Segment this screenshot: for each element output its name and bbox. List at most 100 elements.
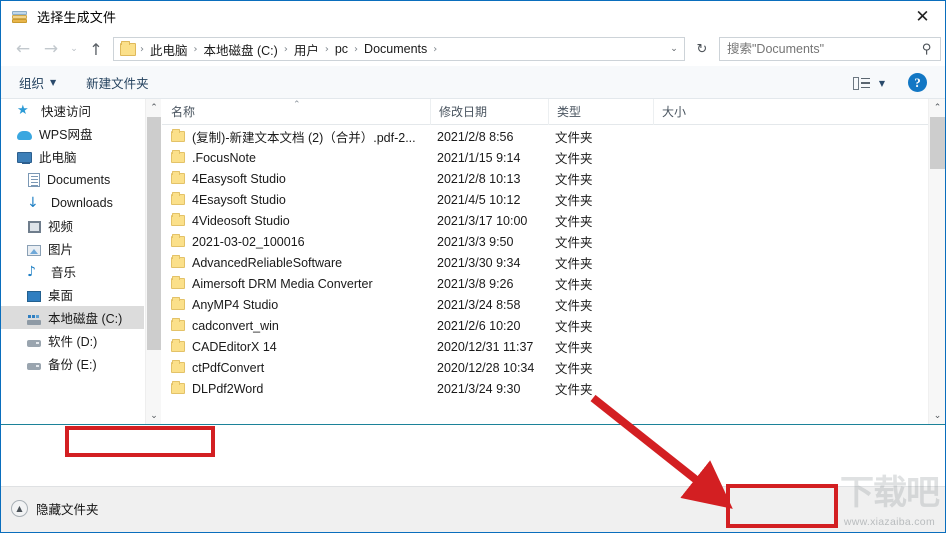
file-list-scroll-thumb[interactable] xyxy=(930,117,945,169)
breadcrumb-item-3[interactable]: pc xyxy=(331,42,352,56)
scroll-down-icon[interactable]: ⌄ xyxy=(146,407,162,424)
search-icon: ⚲ xyxy=(922,41,932,57)
cell-date: 2021/4/5 10:12 xyxy=(437,192,521,207)
hide-folders-toggle[interactable]: ▲ 隐藏文件夹 xyxy=(11,499,99,518)
table-row[interactable]: 4Videosoft Studio 2021/3/17 10:00 文件夹 xyxy=(162,210,927,231)
cell-type: 文件夹 xyxy=(555,215,593,229)
hide-folders-label: 隐藏文件夹 xyxy=(36,503,99,517)
up-button[interactable]: ↑ xyxy=(83,36,109,62)
file-list-scrollbar[interactable]: ⌃ ⌄ xyxy=(928,99,945,424)
sidebar-item-10[interactable]: 软件 (D:) xyxy=(1,329,144,352)
sidebar-item-7[interactable]: ♪ 音乐 xyxy=(1,260,144,283)
sidebar-item-3[interactable]: Documents xyxy=(1,168,144,191)
computer-icon xyxy=(17,152,32,164)
cell-type: 文件夹 xyxy=(555,131,593,145)
folder-icon xyxy=(171,255,185,268)
cell-name: 4Esaysoft Studio xyxy=(192,192,286,207)
folder-icon xyxy=(171,234,185,247)
refresh-icon[interactable]: ↻ xyxy=(691,37,713,61)
table-row[interactable]: ctPdfConvert 2020/12/28 10:34 文件夹 xyxy=(162,357,927,378)
table-row[interactable]: 4Easysoft Studio 2021/2/8 10:13 文件夹 xyxy=(162,168,927,189)
scroll-down-icon[interactable]: ⌄ xyxy=(929,407,945,424)
cell-date: 2020/12/28 10:34 xyxy=(437,360,535,375)
cell-date: 2021/2/8 8:56 xyxy=(437,129,514,144)
sidebar-item-label: 桌面 xyxy=(48,289,74,303)
folder-icon xyxy=(171,213,185,226)
table-row[interactable]: Aimersoft DRM Media Converter 2021/3/8 9:… xyxy=(162,273,927,294)
sidebar-item-1[interactable]: WPS网盘 xyxy=(1,122,144,145)
dialog-footer: ▲ 隐藏文件夹 保存(S) 取消 xyxy=(1,486,945,532)
table-row[interactable]: (复制)-新建文本文档 (2)（合并）.pdf-2... 2021/2/8 8:5… xyxy=(162,126,927,147)
chevron-up-icon: ▲ xyxy=(11,500,28,517)
sidebar-item-label: 本地磁盘 (C:) xyxy=(48,312,123,326)
cell-name: Aimersoft DRM Media Converter xyxy=(192,276,373,291)
address-bar[interactable]: › 此电脑 › 本地磁盘 (C:) › 用户 › pc › Documents … xyxy=(113,37,685,61)
table-row[interactable]: CADEditorX 14 2020/12/31 11:37 文件夹 xyxy=(162,336,927,357)
scroll-up-icon[interactable]: ⌃ xyxy=(929,99,945,116)
organize-label: 组织 xyxy=(19,76,45,91)
column-header-size[interactable]: 大小 xyxy=(653,98,733,125)
cell-name: AdvancedReliableSoftware xyxy=(192,255,343,270)
table-row[interactable]: 4Esaysoft Studio 2021/4/5 10:12 文件夹 xyxy=(162,189,927,210)
breadcrumb-separator: › xyxy=(193,43,198,55)
table-row[interactable]: 2021-03-02_100016 2021/3/3 9:50 文件夹 xyxy=(162,231,927,252)
sidebar-item-8[interactable]: 桌面 xyxy=(1,283,144,306)
breadcrumb-item-2[interactable]: 用户 xyxy=(290,40,323,59)
sidebar-item-label: 快速访问 xyxy=(41,105,92,119)
cell-date: 2021/2/8 10:13 xyxy=(437,171,521,186)
table-row[interactable]: cadconvert_win 2021/2/6 10:20 文件夹 xyxy=(162,315,927,336)
command-bar: 组织 ▼ 新建文件夹 ▼ ? xyxy=(1,66,945,99)
cell-name: (复制)-新建文本文档 (2)（合并）.pdf-2... xyxy=(192,131,416,145)
sidebar-item-label: WPS网盘 xyxy=(39,128,93,142)
forward-button[interactable]: → xyxy=(37,36,65,62)
column-header-date[interactable]: 修改日期 xyxy=(430,98,548,125)
sidebar-item-label: Documents xyxy=(47,172,111,187)
title-bar: 选择生成文件 ✕ xyxy=(1,1,945,32)
sidebar-item-label: 备份 (E:) xyxy=(48,358,97,372)
table-row[interactable]: AdvancedReliableSoftware 2021/3/30 9:34 文件… xyxy=(162,252,927,273)
cell-date: 2021/3/24 8:58 xyxy=(437,297,521,312)
sidebar-item-0[interactable]: ★ 快速访问 xyxy=(1,99,144,122)
recent-locations-button[interactable]: ⌄ xyxy=(65,36,83,62)
search-box[interactable]: ⚲ xyxy=(719,37,941,61)
sidebar-item-11[interactable]: 备份 (E:) xyxy=(1,352,144,375)
close-icon[interactable]: ✕ xyxy=(900,1,945,32)
file-list: (复制)-新建文本文档 (2)（合并）.pdf-2... 2021/2/8 8:5… xyxy=(162,126,927,424)
column-header-name[interactable]: 名称 ⌃ xyxy=(162,99,430,125)
sidebar-item-label: 音乐 xyxy=(51,266,77,280)
sidebar-item-5[interactable]: 视频 xyxy=(1,214,144,237)
folder-icon xyxy=(171,171,185,184)
table-row[interactable]: DLPdf2Word 2021/3/24 9:30 文件夹 xyxy=(162,378,927,399)
table-row[interactable]: AnyMP4 Studio 2021/3/24 8:58 文件夹 xyxy=(162,294,927,315)
chevron-down-icon[interactable]: ⌄ xyxy=(664,44,684,54)
organize-button[interactable]: 组织 ▼ xyxy=(11,70,64,94)
view-mode-button[interactable]: ▼ xyxy=(852,73,885,93)
breadcrumb-item-1[interactable]: 本地磁盘 (C:) xyxy=(200,40,282,59)
table-row[interactable]: .FocusNote 2021/1/15 9:14 文件夹 xyxy=(162,147,927,168)
scroll-up-icon[interactable]: ⌃ xyxy=(146,99,162,116)
back-button[interactable]: ← xyxy=(9,36,37,62)
folder-icon xyxy=(171,276,185,289)
cell-type: 文件夹 xyxy=(555,320,593,334)
sidebar-item-6[interactable]: 图片 xyxy=(1,237,144,260)
cell-date: 2021/1/15 9:14 xyxy=(437,150,521,165)
sidebar-item-2[interactable]: 此电脑 xyxy=(1,145,144,168)
sidebar-item-4[interactable]: ↓ Downloads xyxy=(1,191,144,214)
sidebar-item-label: 图片 xyxy=(48,243,74,257)
new-folder-button[interactable]: 新建文件夹 xyxy=(78,70,157,94)
breadcrumb-item-0[interactable]: 此电脑 xyxy=(146,40,192,59)
save-file-dialog: 选择生成文件 ✕ ← → ⌄ ↑ › 此电脑 › 本地磁盘 (C:) › 用户 … xyxy=(0,0,946,533)
breadcrumb-item-4[interactable]: Documents xyxy=(360,42,431,56)
cell-name: AnyMP4 Studio xyxy=(192,297,279,312)
cell-type: 文件夹 xyxy=(555,194,593,208)
search-input[interactable] xyxy=(727,42,907,56)
sidebar-item-9[interactable]: 本地磁盘 (C:) xyxy=(1,306,144,329)
sidebar-scroll-thumb[interactable] xyxy=(147,117,161,350)
sidebar-scrollbar[interactable]: ⌃ ⌄ xyxy=(145,99,161,424)
column-header-type[interactable]: 类型 xyxy=(548,98,653,125)
help-icon[interactable]: ? xyxy=(908,73,927,92)
drive-c-icon xyxy=(27,314,41,325)
drive-icon xyxy=(27,339,41,347)
cell-name: 2021-03-02_100016 xyxy=(192,234,305,249)
cell-date: 2021/3/3 9:50 xyxy=(437,234,514,249)
